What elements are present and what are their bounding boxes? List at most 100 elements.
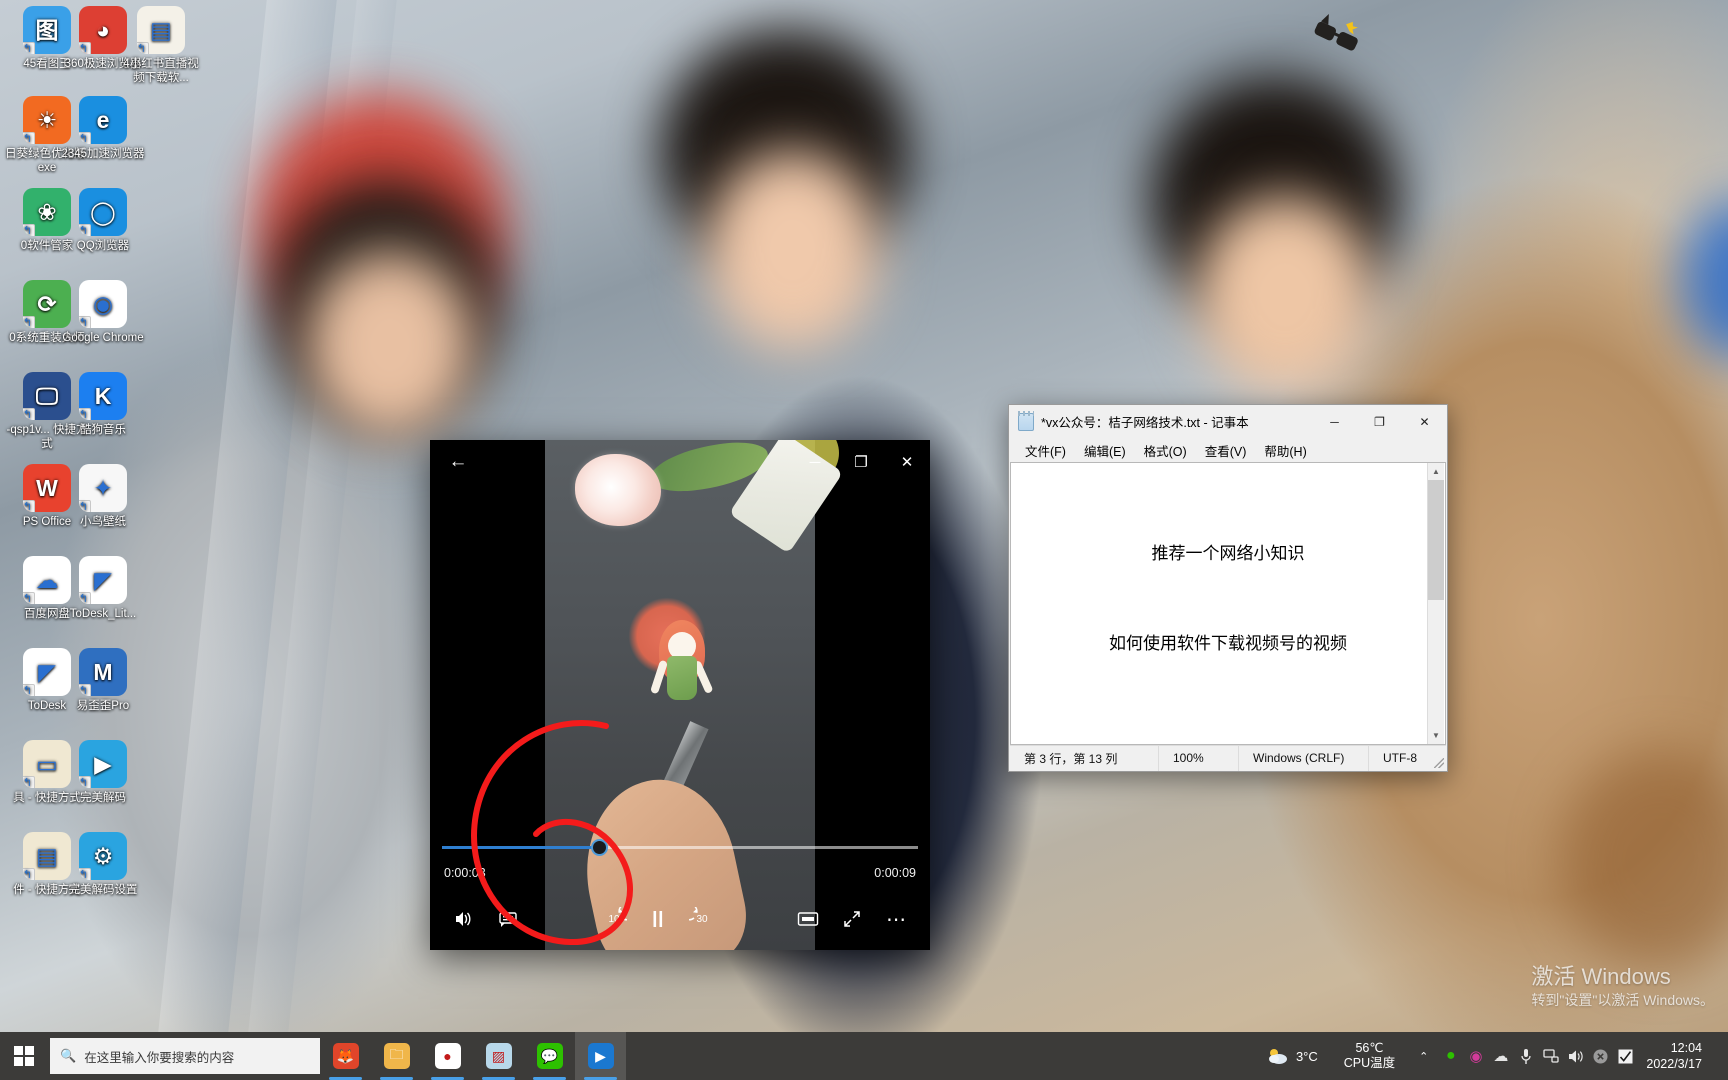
desktop-icon-label: 4小红书直播视频下载软...	[123, 58, 199, 84]
status-cursor-position: 第 3 行，第 13 列	[1024, 751, 1118, 766]
player-minimize-button[interactable]: ─	[792, 440, 838, 484]
player-title-bar[interactable]: ← ─ ❐ ✕	[430, 440, 930, 484]
player-pause-button[interactable]	[636, 902, 680, 936]
notepad-maximize-button[interactable]: ❐	[1357, 405, 1402, 438]
player-button-row[interactable]: 10 30 ⋯	[430, 902, 930, 936]
show-desktop-button[interactable]	[1714, 1032, 1722, 1080]
menu-item-format[interactable]: 格式(O)	[1136, 438, 1195, 463]
desktop-icon-label: Google Chrome	[62, 332, 144, 344]
chrome-icon: ◉ ↰	[79, 280, 127, 328]
video-petal-doll-object	[649, 620, 714, 724]
notepad-resize-grip[interactable]	[1434, 758, 1444, 768]
desktop-icon-label: 易歪歪Pro	[76, 700, 130, 712]
tray-onedrive-icon[interactable]: ☁	[1488, 1032, 1513, 1080]
player-forward-30-button[interactable]: 30	[680, 902, 724, 936]
tray-wechat-icon[interactable]: ●	[1438, 1032, 1463, 1080]
tray-clock[interactable]: 12:04 2022/3/17	[1638, 1040, 1714, 1072]
blue-object-shape	[1680, 200, 1728, 360]
status-zoom-level: 100%	[1158, 745, 1238, 771]
menu-item-help[interactable]: 帮助(H)	[1256, 438, 1314, 463]
desktop-icon-label: 完美解码	[80, 792, 126, 804]
windows-activation-watermark: 激活 Windows 转到"设置"以激活 Windows。	[1531, 963, 1714, 1010]
desktop-icon-2345-browser[interactable]: e ↰ 2345加速浏览器	[60, 96, 146, 161]
tray-show-hidden-icons-chevron[interactable]: ⌃	[1409, 1050, 1438, 1063]
notepad-minimize-button[interactable]: ─	[1312, 405, 1357, 438]
player-rewind-10-button[interactable]: 10	[592, 902, 636, 936]
player-more-options-button[interactable]: ⋯	[874, 902, 918, 936]
search-input-placeholder[interactable]: 在这里输入你要搜索的内容	[84, 1047, 234, 1066]
taskbar-app-file-explorer-icon: 🗀	[383, 1043, 410, 1069]
player-fullscreen-button[interactable]	[830, 902, 874, 936]
notepad-menu-bar[interactable]: 文件(F) 编辑(E) 格式(O) 查看(V) 帮助(H)	[1009, 438, 1447, 462]
tray-time: 12:04	[1670, 1041, 1702, 1055]
desktop-icon-kugou-music[interactable]: K ↰ 酷狗音乐	[60, 372, 146, 437]
menu-item-file[interactable]: 文件(F)	[1017, 438, 1074, 463]
menu-item-view[interactable]: 查看(V)	[1197, 438, 1255, 463]
warm-shape	[1560, 750, 1728, 970]
desktop-icon-yiwaiwai-pro[interactable]: M ↰ 易歪歪Pro	[60, 648, 146, 713]
tray-cpu-temperature[interactable]: 56℃ CPU温度	[1330, 1041, 1409, 1071]
player-controls-bar[interactable]: 0:00:03 0:00:09 10 30 ⋯	[430, 832, 930, 950]
face-shape-left	[305, 250, 475, 440]
menu-item-edit[interactable]: 编辑(E)	[1076, 438, 1134, 463]
tray-qq-icon[interactable]: ◉	[1463, 1032, 1488, 1080]
taskbar-app-screen-recorder-icon: ●	[434, 1043, 461, 1069]
desktop-icon-chrome[interactable]: ◉ ↰ Google Chrome	[60, 280, 146, 345]
tray-microphone-icon[interactable]	[1513, 1032, 1538, 1080]
taskbar-app-huya[interactable]: 🦊	[320, 1032, 371, 1080]
partly-cloudy-icon	[1268, 1049, 1287, 1064]
player-subtitles-button[interactable]	[486, 902, 530, 936]
taskbar-app-store[interactable]: ▨	[473, 1032, 524, 1080]
taskbar-search-box[interactable]: 🔍 在这里输入你要搜索的内容	[50, 1038, 320, 1074]
scrollbar-down-arrow[interactable]: ▼	[1428, 727, 1444, 744]
desktop-icon-bird-wallpaper[interactable]: ✦ ↰ 小鸟壁纸	[60, 464, 146, 529]
taskbar-app-store-icon: ▨	[485, 1043, 512, 1069]
player-seek-bar[interactable]	[442, 839, 918, 856]
watermark-line-1: 激活 Windows	[1531, 964, 1671, 989]
player-mini-view-button[interactable]	[786, 902, 830, 936]
bird-wallpaper-icon: ✦ ↰	[79, 464, 127, 512]
desktop-icon-qq-browser[interactable]: ◯ ↰ QQ浏览器	[60, 188, 146, 253]
tray-security-icon[interactable]	[1613, 1032, 1638, 1080]
desktop-icon-todesk-lite[interactable]: ◤ ↰ ToDesk_Lit...	[60, 556, 146, 621]
tray-network-icon[interactable]	[1538, 1032, 1563, 1080]
taskbar[interactable]: 🔍 在这里输入你要搜索的内容 🦊 🗀 ● ▨ 💬 ▶ 3°C 56℃ CPU温度 ⌃ ● …	[0, 1032, 1728, 1080]
taskbar-app-huya-icon: 🦊	[332, 1043, 359, 1069]
taskbar-app-list[interactable]: 🦊 🗀 ● ▨ 💬 ▶	[320, 1032, 626, 1080]
taskbar-app-wechat[interactable]: 💬	[524, 1032, 575, 1080]
notepad-window[interactable]: *vx公众号：桔子网络技术.txt - 记事本 ─ ❐ ✕ 文件(F) 编辑(E…	[1008, 404, 1448, 772]
notepad-title-bar[interactable]: *vx公众号：桔子网络技术.txt - 记事本 ─ ❐ ✕	[1009, 405, 1447, 438]
desktop-icon-potplayer-decoder[interactable]: ▶ ↰ 完美解码	[60, 740, 146, 805]
tray-action-center-icon[interactable]	[1588, 1032, 1613, 1080]
notepad-text-content[interactable]: 推荐一个网络小知识 如何使用软件下载视频号的视频 1.直播视频 2.短视频 桔子…	[1011, 463, 1445, 744]
player-maximize-button[interactable]: ❐	[838, 440, 884, 484]
notepad-text-area[interactable]: 推荐一个网络小知识 如何使用软件下载视频号的视频 1.直播视频 2.短视频 桔子…	[1010, 462, 1446, 745]
taskbar-app-movies-tv[interactable]: ▶	[575, 1032, 626, 1080]
notepad-line-1: 推荐一个网络小知识	[1151, 544, 1305, 563]
notepad-scrollbar[interactable]: ▲ ▼	[1427, 463, 1444, 744]
movies-and-tv-window[interactable]: ← ─ ❐ ✕ 0:00:03 0:00:09 10 30 ⋯	[430, 440, 930, 950]
player-close-button[interactable]: ✕	[884, 440, 930, 484]
sunglasses-decoration-icon	[1314, 14, 1358, 51]
system-tray[interactable]: 3°C 56℃ CPU温度 ⌃ ● ◉ ☁ 12:04 2022/3/17	[1255, 1032, 1728, 1080]
todesk-lite-icon: ◤ ↰	[79, 556, 127, 604]
tray-volume-icon[interactable]	[1563, 1032, 1588, 1080]
search-icon: 🔍	[60, 1048, 77, 1063]
start-button[interactable]	[0, 1032, 48, 1080]
decoder-settings-icon: ⚙ ↰	[79, 832, 127, 880]
notepad-close-button[interactable]: ✕	[1402, 405, 1447, 438]
taskbar-app-screen-recorder[interactable]: ●	[422, 1032, 473, 1080]
desktop-icon-label: QQ浏览器	[76, 240, 130, 252]
desktop-icon-xiaohongshu-downloader[interactable]: ▤ ↰ 4小红书直播视频下载软...	[118, 6, 204, 85]
taskbar-app-file-explorer[interactable]: 🗀	[371, 1032, 422, 1080]
scrollbar-thumb[interactable]	[1428, 480, 1444, 600]
player-seek-thumb[interactable]	[591, 839, 609, 856]
taskbar-app-wechat-icon: 💬	[536, 1043, 563, 1069]
player-volume-button[interactable]	[442, 902, 486, 936]
desktop-icon-decoder-settings[interactable]: ⚙ ↰ 完美解码设置	[60, 832, 146, 897]
face-shape-right	[1195, 195, 1375, 395]
tray-weather[interactable]: 3°C	[1255, 1047, 1330, 1065]
player-back-button[interactable]: ←	[430, 440, 486, 484]
scrollbar-up-arrow[interactable]: ▲	[1428, 463, 1444, 480]
desktop-icon-label: 酷狗音乐	[80, 424, 126, 436]
